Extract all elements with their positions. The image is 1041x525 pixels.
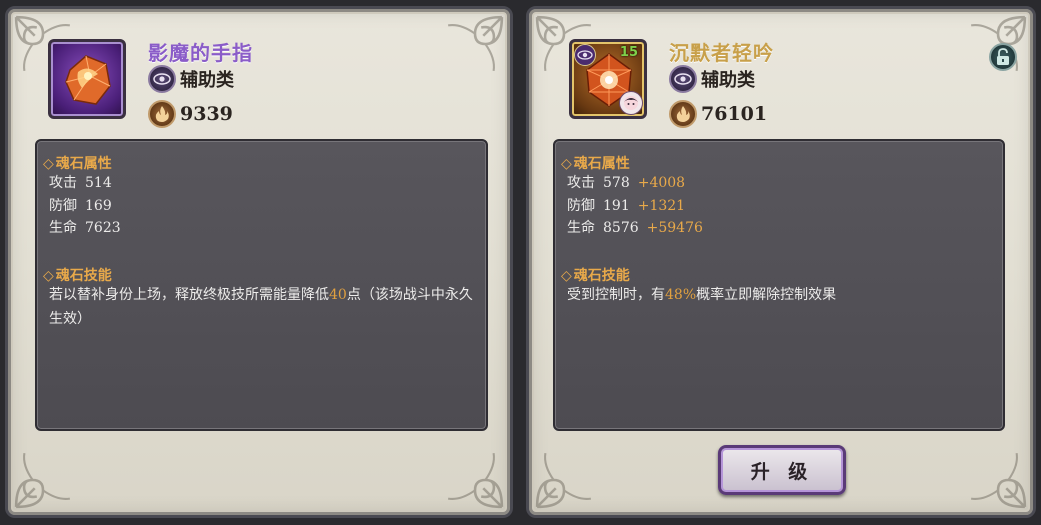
soulstone-card-left: 影魔的手指 辅助类 9339 ◇ 魂石属性 攻击 514 防御 169 生命 7623 … [5,6,513,518]
type-label: 辅助类 [701,70,755,91]
power-value: 9339 [180,103,233,125]
ornament-corner-icon [533,449,595,511]
stat-row-health: 生命 8576 +59476 [567,220,703,236]
diamond-bullet-icon: ◇ [43,268,54,284]
flame-icon [669,100,697,128]
lock-toggle-icon[interactable] [989,43,1017,71]
stat-row-attack: 攻击 514 [49,175,112,191]
skill-heading: ◇ 魂石技能 [561,268,630,284]
hero-portrait-icon [619,91,643,115]
soulstone-card-right: 15 沉默者轻吟 辅助类 76101 ◇ 魂石属性 攻击 578 +4008 防御 19… [526,6,1036,518]
flame-icon [148,100,176,128]
soulstone-name: 沉默者轻吟 [669,41,774,65]
attributes-heading: ◇ 魂石属性 [561,156,630,172]
stat-row-attack: 攻击 578 +4008 [567,175,686,191]
attributes-panel: ◇ 魂石属性 攻击 578 +4008 防御 191 +1321 生命 8576 +59476… [553,139,1005,431]
stat-row-defense: 防御 191 +1321 [567,198,686,214]
soulstone-icon[interactable] [48,39,126,119]
diamond-bullet-icon: ◇ [561,156,572,172]
crystal-gem-icon [65,55,111,105]
ornament-corner-icon [967,449,1029,511]
skill-description: 受到控制时，有48%概率立即解除控制效果 [567,287,837,303]
eye-badge-icon [574,44,596,66]
ornament-corner-icon [444,13,506,75]
type-label: 辅助类 [180,70,234,91]
eye-icon [669,65,697,93]
upgrade-button[interactable]: 升 级 [718,445,846,495]
diamond-bullet-icon: ◇ [561,268,572,284]
soulstone-icon[interactable]: 15 [569,39,647,119]
eye-icon [148,65,176,93]
type-row: 辅助类 [669,65,755,93]
ornament-corner-icon [444,449,506,511]
stat-row-defense: 防御 169 [49,198,112,214]
diamond-bullet-icon: ◇ [43,156,54,172]
power-row: 76101 [669,100,767,128]
soulstone-name: 影魔的手指 [148,41,253,65]
level-badge: 15 [619,45,638,60]
type-row: 辅助类 [148,65,234,93]
skill-description: 若以替补身份上场，释放终极技所需能量降低40点（该场战斗中永久生效） [49,287,473,327]
attributes-heading: ◇ 魂石属性 [43,156,112,172]
power-value: 76101 [701,103,768,125]
ornament-corner-icon [12,449,74,511]
power-row: 9339 [148,100,233,128]
attributes-panel: ◇ 魂石属性 攻击 514 防御 169 生命 7623 ◇ 魂石技能 若以替补身份上场，… [35,139,488,431]
stat-row-health: 生命 7623 [49,220,121,236]
skill-heading: ◇ 魂石技能 [43,268,112,284]
